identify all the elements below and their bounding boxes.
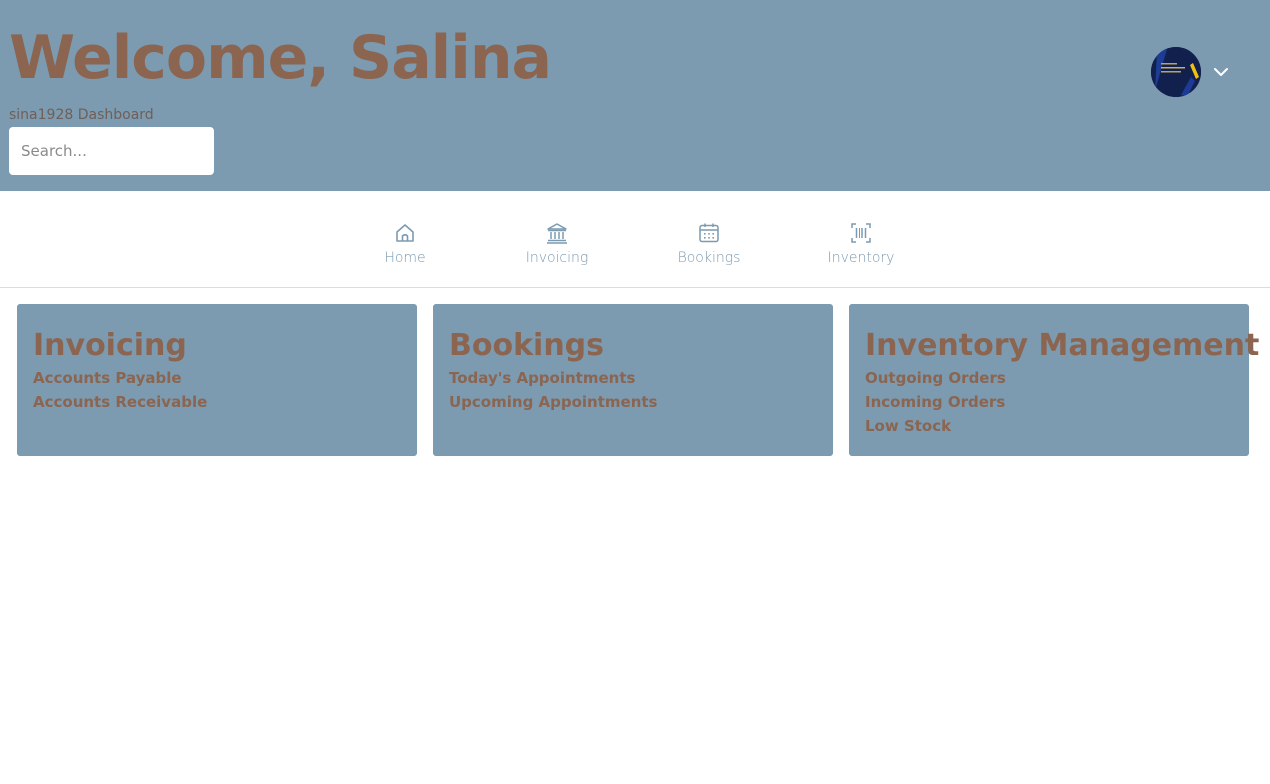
home-icon (396, 224, 414, 242)
nav-item-label: Home (384, 250, 426, 266)
barcode-icon (851, 223, 871, 243)
card-title: Inventory Management (865, 328, 1260, 363)
bookings-card: Bookings Today's Appointments Upcoming A… (433, 304, 833, 456)
nav-item-label: Inventory (827, 250, 895, 266)
chevron-down-icon[interactable] (1210, 61, 1232, 83)
accounts-payable-link[interactable]: Accounts Payable (33, 366, 401, 390)
nav-item-bookings[interactable]: Bookings (654, 221, 764, 273)
nav-item-inventory[interactable]: Inventory (806, 221, 916, 273)
nav-item-home[interactable]: Home (350, 221, 460, 273)
avatar[interactable] (1151, 47, 1201, 97)
low-stock-link[interactable]: Low Stock (865, 414, 1233, 438)
welcome-title: Welcome, Salina (9, 23, 552, 93)
nav-item-label: Bookings (677, 250, 741, 266)
dashboard-subtitle: sina1928 Dashboard (9, 107, 154, 123)
avatar-image (1151, 47, 1201, 97)
card-title: Invoicing (33, 328, 187, 363)
todays-appointments-link[interactable]: Today's Appointments (449, 366, 817, 390)
search-input[interactable] (9, 127, 214, 175)
nav-item-invoicing[interactable]: Invoicing (502, 221, 612, 273)
incoming-orders-link[interactable]: Incoming Orders (865, 390, 1233, 414)
nav-bar: Home Invoicing Bookings Inventory (0, 191, 1270, 288)
calendar-icon (699, 223, 719, 243)
inventory-management-card: Inventory Management Outgoing Orders Inc… (849, 304, 1260, 456)
outgoing-orders-link[interactable]: Outgoing Orders (865, 366, 1233, 390)
invoicing-card: Invoicing Accounts Payable Accounts Rece… (17, 304, 417, 456)
accounts-receivable-link[interactable]: Accounts Receivable (33, 390, 401, 414)
header: Welcome, Salina sina1928 Dashboard (0, 0, 1270, 191)
card-title: Bookings (449, 328, 605, 363)
upcoming-appointments-link[interactable]: Upcoming Appointments (449, 390, 817, 414)
bank-icon (547, 223, 567, 244)
nav-item-label: Invoicing (525, 250, 589, 266)
